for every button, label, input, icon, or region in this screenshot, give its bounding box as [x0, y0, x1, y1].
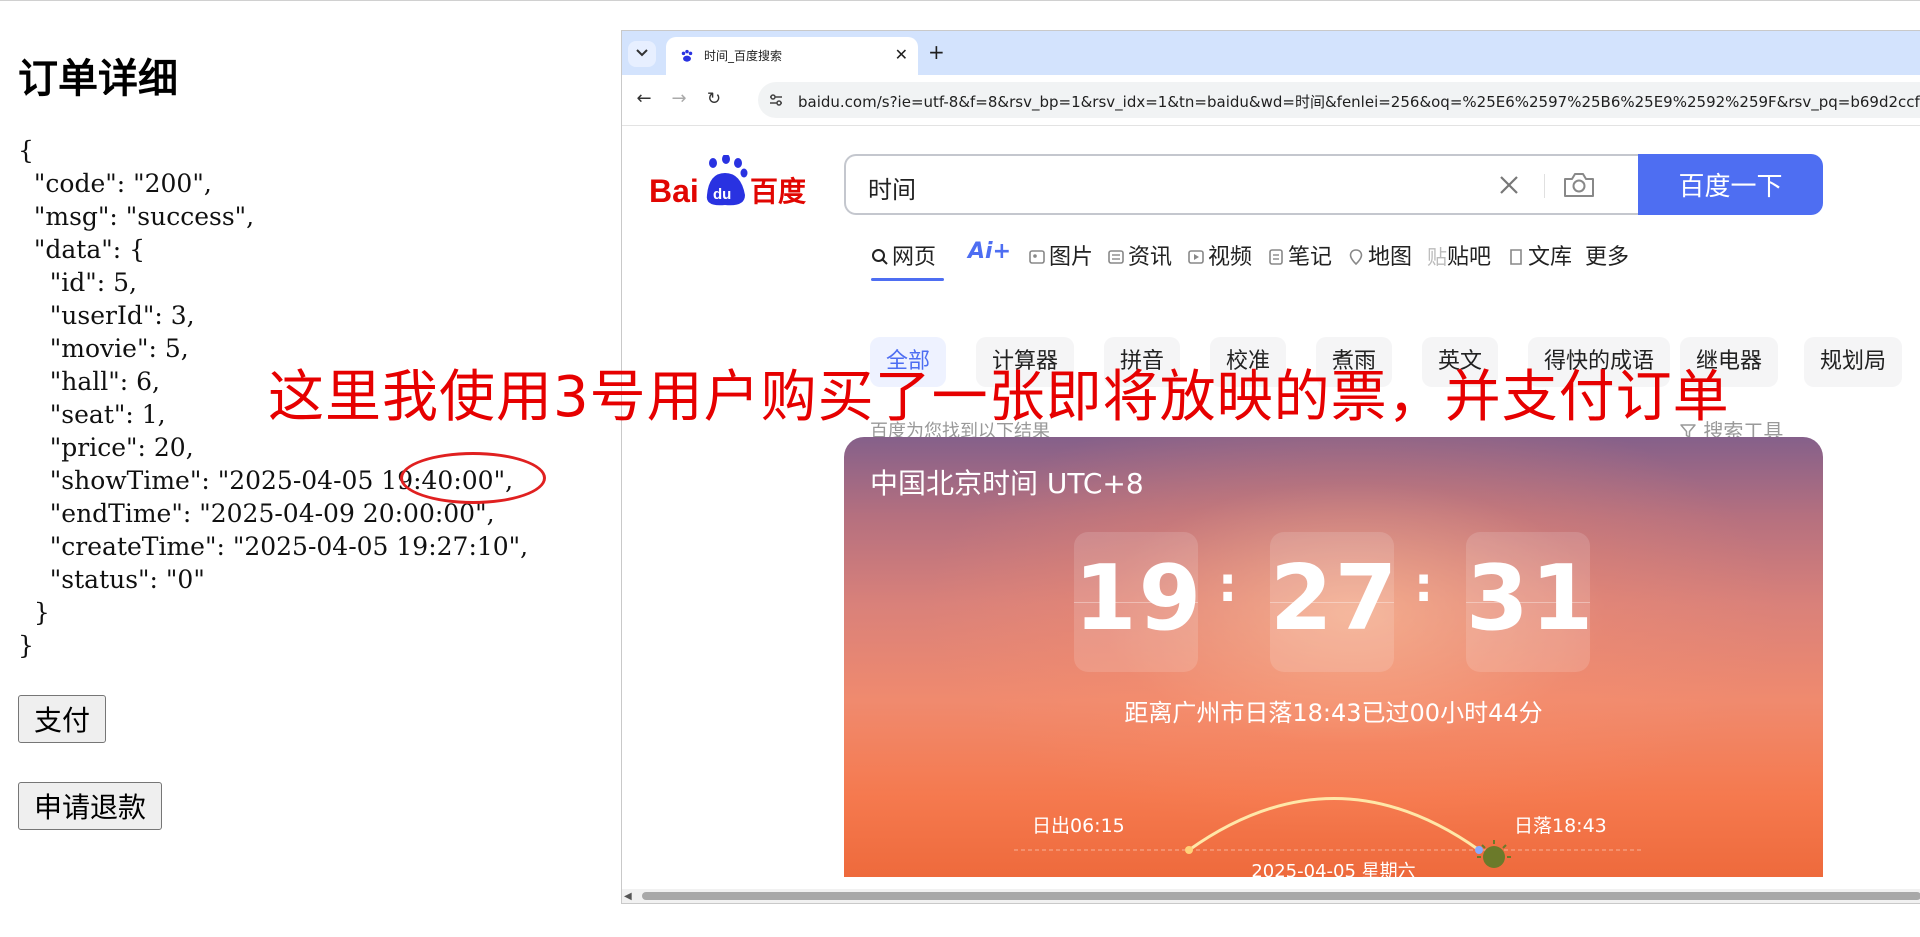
- back-button[interactable]: ←: [634, 89, 654, 109]
- tab-news[interactable]: 资讯: [1107, 239, 1172, 271]
- close-tab-icon[interactable]: ✕: [895, 45, 908, 64]
- url-text: baidu.com/s?ie=utf-8&f=8&rsv_bp=1&rsv_id…: [798, 93, 1920, 111]
- pay-button[interactable]: 支付: [18, 695, 107, 743]
- browser-window: 时间_百度搜索 ✕ + ← → ↻ baidu.com/s?ie=utf-8&f…: [621, 30, 1920, 904]
- minutes-box: 27: [1270, 532, 1400, 672]
- reload-button[interactable]: ↻: [704, 89, 724, 109]
- svg-text:Bai: Bai: [649, 173, 699, 209]
- svg-text:百度: 百度: [750, 175, 806, 208]
- scroll-left-icon[interactable]: ◀: [624, 891, 632, 902]
- tab-images[interactable]: 图片: [1028, 239, 1093, 271]
- camera-icon[interactable]: [1562, 170, 1596, 200]
- colon: :: [1414, 557, 1434, 613]
- annotation-text: 这里我使用3号用户购买了一张即将放映的票，并支付订单: [268, 365, 1730, 430]
- chip-planning[interactable]: 规划局: [1804, 337, 1903, 387]
- scroll-thumb[interactable]: [642, 892, 1920, 900]
- tab-search-button[interactable]: [628, 41, 656, 67]
- video-icon: [1188, 250, 1204, 264]
- chevron-down-icon: [636, 49, 648, 57]
- image-icon: [1029, 250, 1045, 264]
- forward-button[interactable]: →: [669, 89, 689, 109]
- search-input[interactable]: 时间: [844, 154, 1638, 215]
- baidu-logo: Bai du 百度: [649, 155, 806, 209]
- hours: 19: [1074, 546, 1204, 651]
- map-icon: [1349, 249, 1363, 266]
- tab-web[interactable]: 网页: [871, 239, 936, 271]
- horizontal-scrollbar[interactable]: ◀: [622, 889, 1920, 903]
- tab-video[interactable]: 视频: [1187, 239, 1252, 271]
- news-icon: [1108, 250, 1124, 264]
- search-query: 时间: [868, 176, 916, 204]
- tab-tieba[interactable]: 贴贴吧: [1427, 239, 1491, 271]
- sunset-label: 日落18:43: [1514, 815, 1607, 837]
- sunrise-label: 日出06:15: [1032, 815, 1125, 837]
- colon: :: [1218, 557, 1238, 613]
- top-border: [0, 0, 1920, 1]
- tab-strip: 时间_百度搜索 ✕ +: [622, 31, 1920, 75]
- clear-icon[interactable]: [1496, 172, 1522, 198]
- svg-text:du: du: [713, 186, 731, 203]
- tab-title: 时间_百度搜索: [704, 49, 783, 63]
- time-card: 中国北京时间 UTC+8 19 : 27 : 31 距离广州市日落18:43已过…: [844, 437, 1823, 877]
- document-icon: [1510, 249, 1522, 265]
- hours-box: 19: [1074, 532, 1204, 672]
- seconds: 31: [1466, 546, 1596, 651]
- seconds-box: 31: [1466, 532, 1596, 672]
- baidu-paw-icon: [681, 49, 693, 62]
- divider: [1544, 174, 1545, 198]
- browser-toolbar: ← → ↻ baidu.com/s?ie=utf-8&f=8&rsv_bp=1&…: [622, 75, 1920, 126]
- address-bar[interactable]: baidu.com/s?ie=utf-8&f=8&rsv_bp=1&rsv_id…: [758, 82, 1920, 118]
- note-icon: [1269, 249, 1283, 265]
- tab-wenku[interactable]: 文库: [1507, 239, 1572, 271]
- browser-tab[interactable]: 时间_百度搜索 ✕: [666, 37, 918, 75]
- minutes: 27: [1270, 546, 1400, 651]
- search-button[interactable]: 百度一下: [1638, 154, 1823, 215]
- tab-more[interactable]: 更多: [1585, 239, 1629, 271]
- tab-ai[interactable]: Ai+: [968, 239, 1011, 264]
- search-icon: [872, 249, 888, 265]
- tab-map[interactable]: 地图: [1347, 239, 1412, 271]
- site-info-icon[interactable]: [768, 92, 784, 108]
- new-tab-button[interactable]: +: [928, 41, 945, 63]
- refund-button[interactable]: 申请退款: [18, 782, 163, 830]
- tieba-icon: 贴: [1427, 245, 1447, 269]
- sunset-status: 距离广州市日落18:43已过00小时44分: [1124, 699, 1543, 727]
- tab-notes[interactable]: 笔记: [1267, 239, 1332, 271]
- active-tab-underline: [871, 278, 944, 281]
- page-title: 订单详细: [18, 56, 178, 102]
- date-label: 2025-04-05 星期六: [1251, 861, 1416, 877]
- card-title: 中国北京时间 UTC+8: [870, 467, 1144, 500]
